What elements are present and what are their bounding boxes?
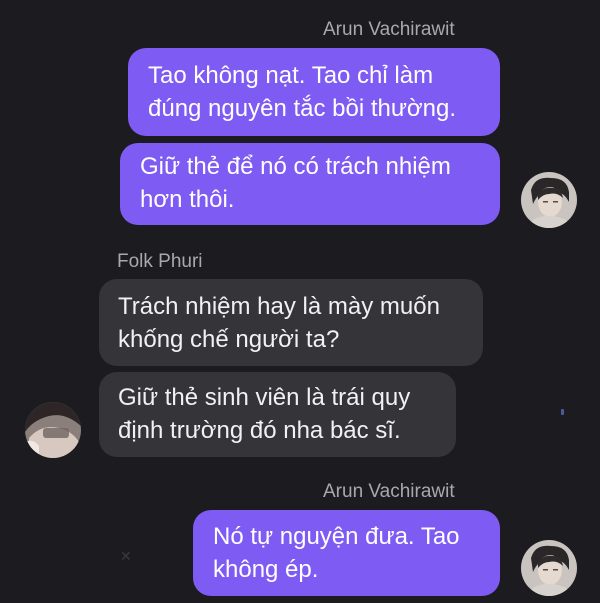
avatar-arun[interactable]	[521, 172, 577, 228]
message-bubble-outgoing[interactable]: Nó tự nguyện đưa. Tao không ép.	[193, 510, 500, 596]
avatar-portrait-icon	[521, 540, 577, 596]
sender-name-arun: Arun Vachirawit	[323, 19, 455, 40]
avatar-arun[interactable]	[521, 540, 577, 596]
avatar-folk[interactable]	[25, 402, 81, 458]
message-bubble-outgoing[interactable]: Giữ thẻ để nó có trách nhiệm hơn thôi.	[120, 143, 500, 225]
message-bubble-outgoing[interactable]: Tao không nạt. Tao chỉ làm đúng nguyên t…	[128, 48, 500, 136]
message-bubble-incoming[interactable]: Trách nhiệm hay là mày muốn khống chế ng…	[99, 279, 483, 366]
message-bubble-incoming[interactable]: Giữ thẻ sinh viên là trái quy định trườn…	[99, 372, 456, 457]
chat-thread: Arun Vachirawit Tao không nạt. Tao chỉ l…	[0, 0, 600, 603]
sender-name-folk: Folk Phuri	[117, 251, 203, 272]
sender-name-arun: Arun Vachirawit	[323, 481, 455, 502]
avatar-portrait-icon	[521, 172, 577, 228]
reaction-icon: ✕	[120, 548, 132, 564]
avatar-portrait-icon	[25, 402, 81, 458]
scroll-indicator	[561, 409, 564, 415]
